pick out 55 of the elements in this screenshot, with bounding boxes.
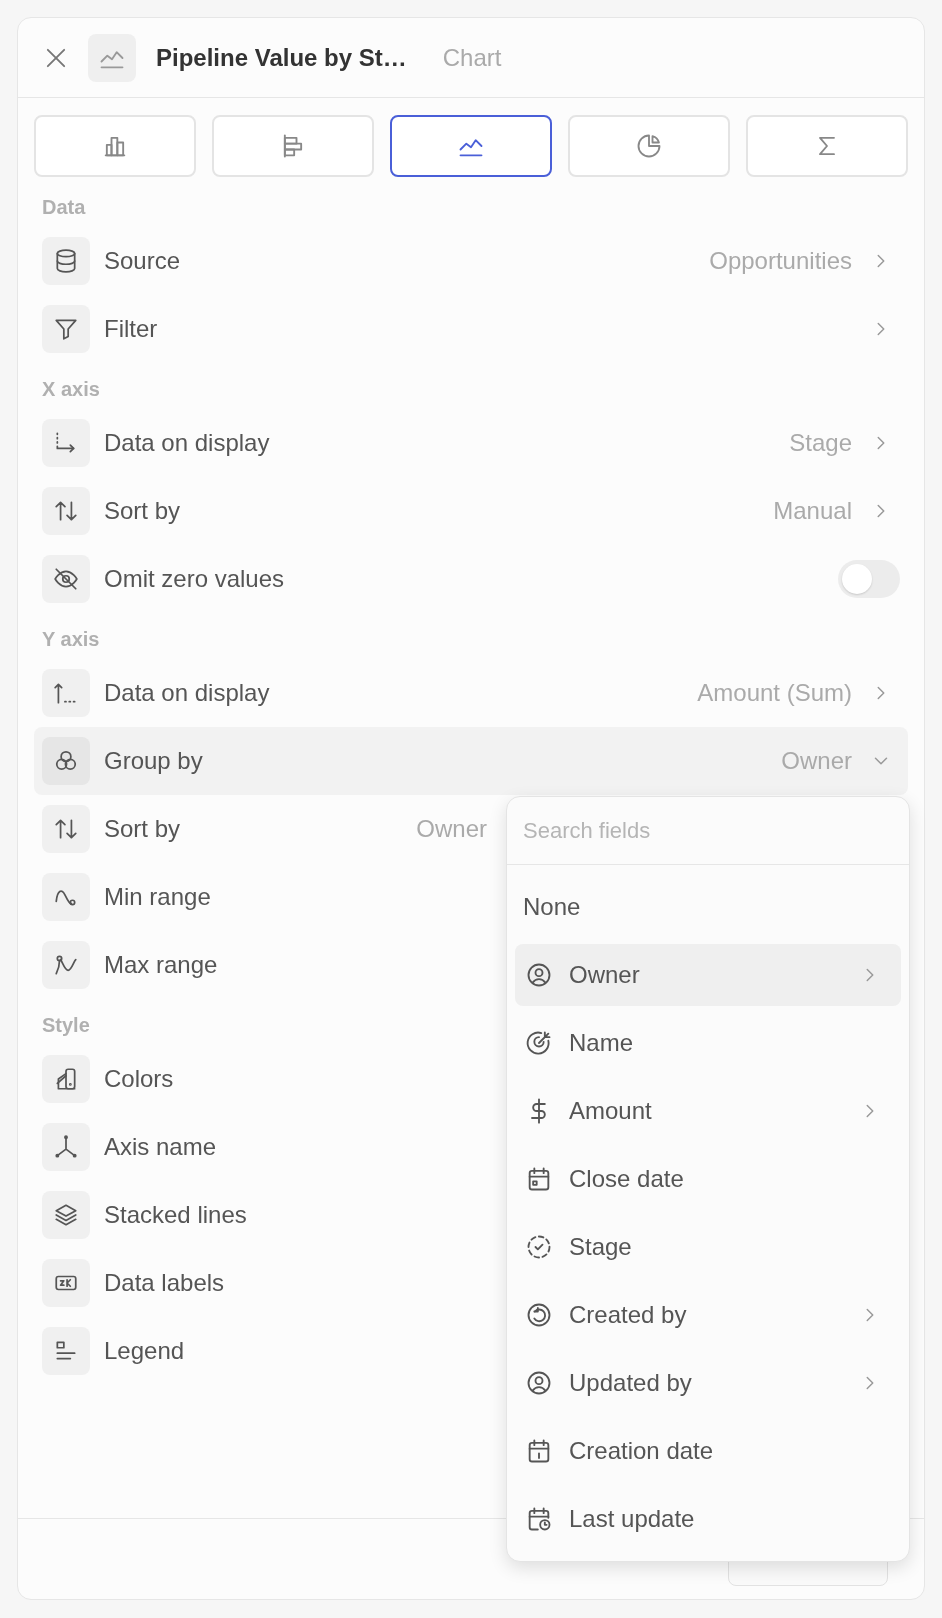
dashed-check-circle-icon (525, 1233, 553, 1261)
user-circle-icon (525, 961, 553, 989)
sort-arrows-icon (53, 498, 79, 524)
setting-label: Data on display (104, 679, 270, 707)
filter-icon (53, 316, 79, 342)
setting-label: Legend (104, 1337, 185, 1365)
setting-value: Owner (416, 815, 487, 843)
chart-type-tab[interactable] (390, 115, 552, 177)
section-heading: X axis (41, 377, 101, 402)
menu-item[interactable]: Creation date (515, 1420, 901, 1482)
menu-item[interactable]: None (515, 876, 901, 938)
setting-label: Data labels (104, 1269, 225, 1297)
setting-label: Data on display (104, 429, 270, 457)
wave-icon (53, 952, 79, 978)
setting-value: Owner (781, 747, 852, 775)
setting-label: Source (104, 247, 181, 275)
sort-arrows-icon (53, 816, 79, 842)
menu-item[interactable]: Amount (515, 1080, 901, 1142)
setting-row[interactable]: Group by Owner (34, 727, 908, 795)
panel-title: Pipeline Value by St… (156, 43, 407, 72)
setting-value: Manual (773, 497, 852, 525)
menu-item[interactable]: Stage (515, 1216, 901, 1278)
menu-item[interactable]: Name (515, 1012, 901, 1074)
setting-value: Opportunities (709, 247, 852, 275)
panel-subtitle: Chart (442, 43, 502, 72)
setting-label: Filter (104, 315, 158, 343)
layers-icon (53, 1202, 79, 1228)
setting-label: Omit zero values (104, 565, 285, 593)
setting-label: Colors (104, 1065, 174, 1093)
setting-label: Min range (104, 883, 211, 911)
menu-item[interactable]: Owner (515, 944, 901, 1006)
search-field[interactable]: Search fields (507, 797, 909, 865)
menu-item[interactable]: Last update (515, 1488, 901, 1550)
target-icon (525, 1029, 553, 1057)
section-heading: Y axis (41, 627, 101, 652)
setting-label: Group by (104, 747, 203, 775)
menu-item[interactable]: Created by (515, 1284, 901, 1346)
setting-label: Stacked lines (104, 1201, 247, 1229)
setting-value: Amount (Sum) (697, 679, 852, 707)
setting-value: Stage (789, 429, 852, 457)
setting-label: Sort by (104, 815, 181, 843)
setting-label: Axis name (104, 1133, 217, 1161)
setting-label: Max range (104, 951, 218, 979)
section-heading: Data (41, 195, 87, 220)
setting-label: Sort by (104, 497, 181, 525)
section-heading: Style (41, 1013, 91, 1038)
toggle-switch[interactable] (838, 560, 900, 598)
history-icon (525, 1301, 553, 1329)
axes-icon (53, 1134, 79, 1160)
database-icon (53, 248, 79, 274)
pie-chart-icon (635, 132, 663, 160)
menu-item[interactable]: Updated by (515, 1352, 901, 1414)
user-circle-icon (525, 1369, 553, 1397)
menu-item[interactable]: Close date (515, 1148, 901, 1210)
eye-off-icon (53, 566, 79, 592)
